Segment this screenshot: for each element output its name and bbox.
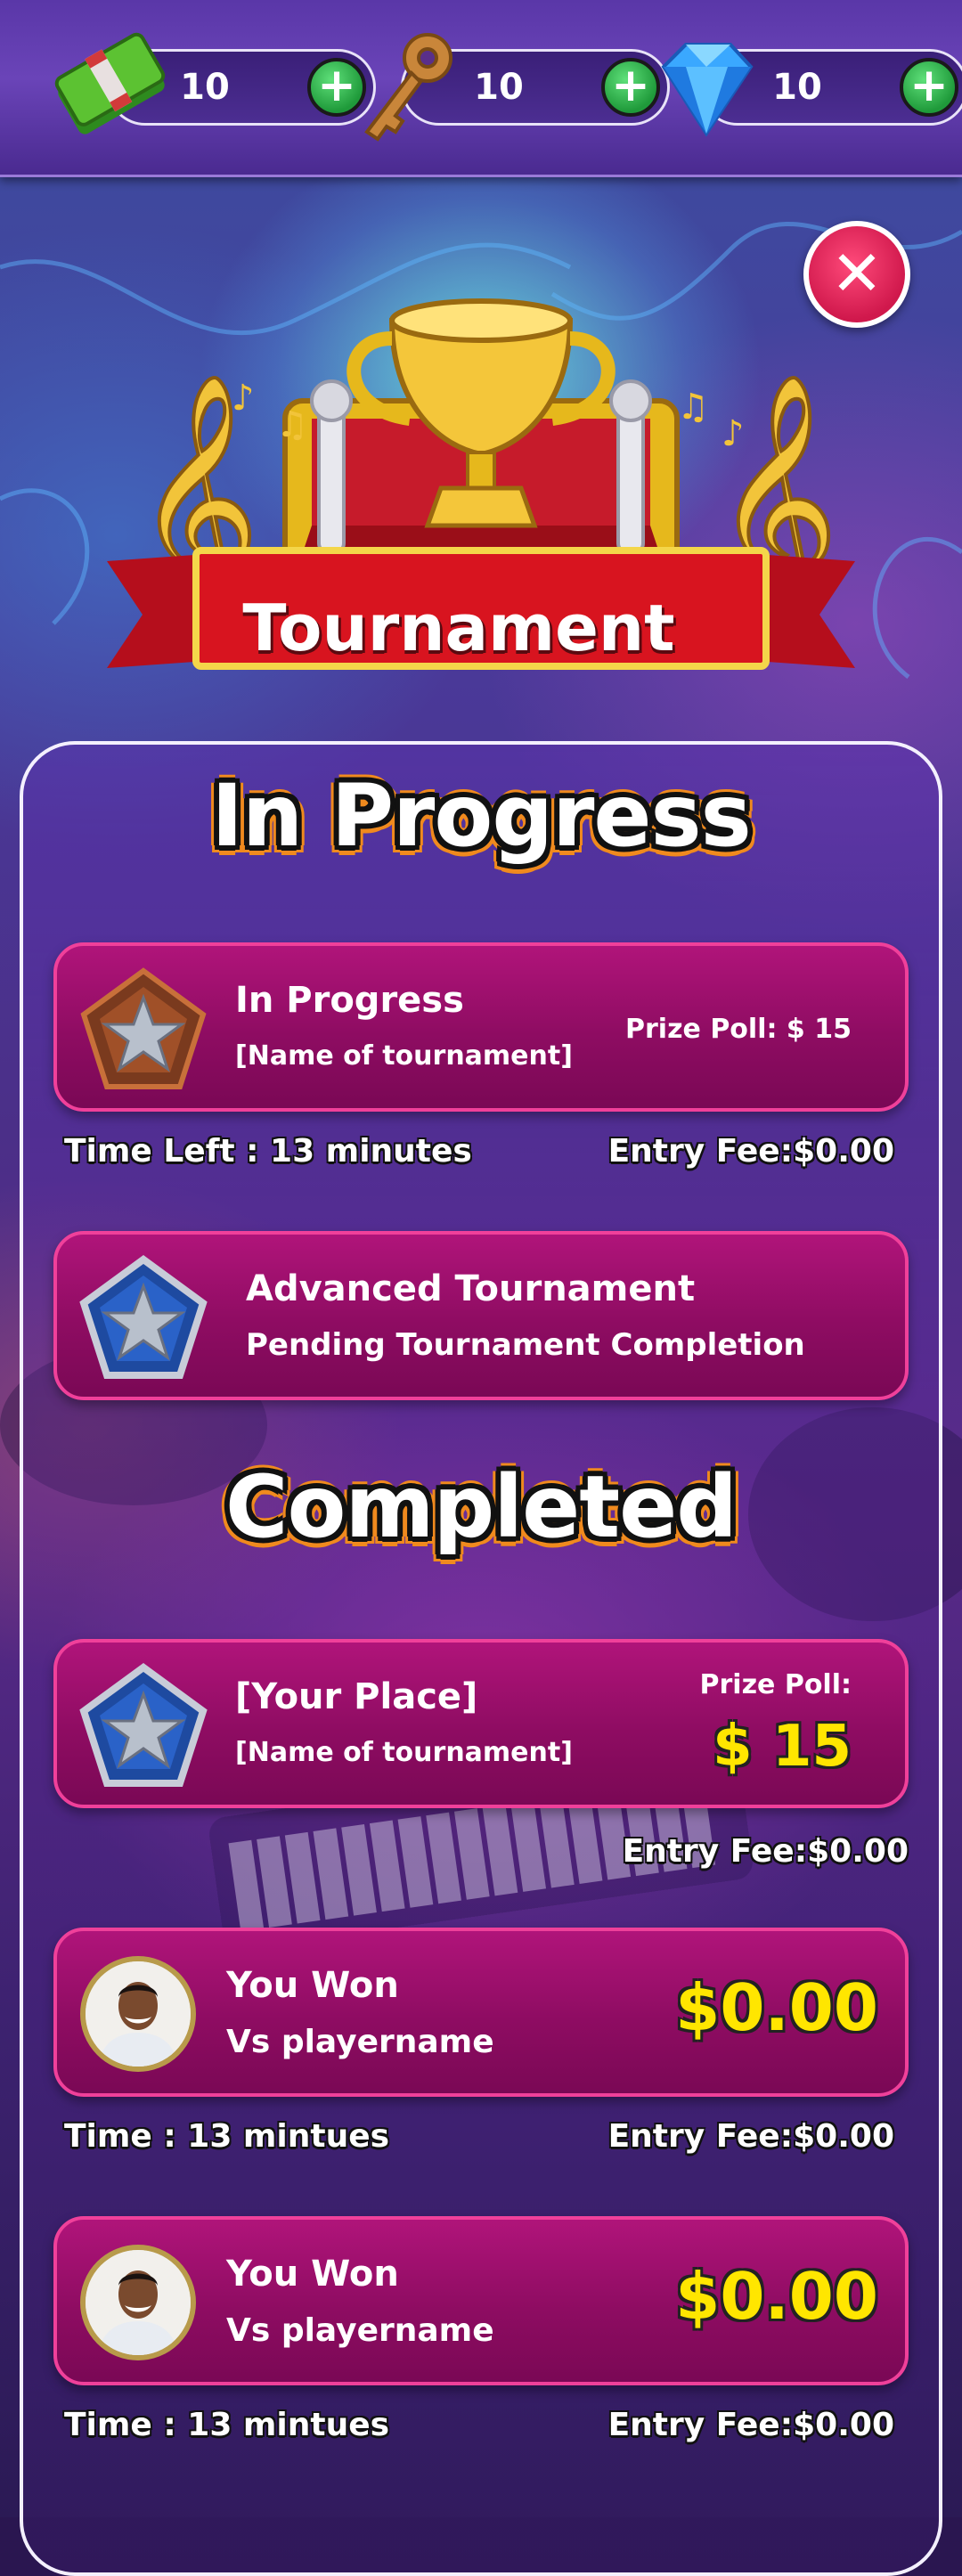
bronze-star-badge-icon bbox=[80, 967, 207, 1089]
prize-pool-label: Prize Poll: bbox=[699, 1669, 852, 1700]
match-result-card[interactable]: You Won Vs playername $0.00 bbox=[53, 1928, 909, 2097]
player-portrait-icon bbox=[86, 1961, 191, 2067]
your-place: [Your Place] bbox=[235, 1676, 478, 1717]
match-result-card[interactable]: You Won Vs playername $0.00 bbox=[53, 2216, 909, 2385]
currency-keys: 10 + bbox=[347, 0, 670, 175]
section-title-completed: Completed bbox=[225, 1457, 738, 1557]
opponent-name: Vs playername bbox=[226, 2312, 494, 2349]
currency-value: 10 bbox=[474, 67, 524, 108]
currency-value: 10 bbox=[180, 67, 230, 108]
currency-gems: 10 + bbox=[646, 0, 962, 175]
entry-fee: Entry Fee:$0.00 bbox=[607, 2407, 894, 2443]
svg-text:♪: ♪ bbox=[722, 413, 745, 454]
svg-text:♪: ♪ bbox=[232, 378, 255, 419]
page-title: Tournament bbox=[242, 591, 675, 665]
match-result: You Won bbox=[226, 2254, 399, 2295]
time-left: Time Left : 13 minutes bbox=[64, 1133, 472, 1170]
svg-text:♫: ♫ bbox=[276, 404, 308, 445]
silver-star-badge-icon bbox=[79, 1663, 208, 1787]
card-subtitle: [Name of tournament] bbox=[235, 1040, 573, 1072]
opponent-name: Vs playername bbox=[226, 2024, 494, 2060]
match-amount: $0.00 bbox=[675, 1970, 878, 2045]
currency-bar: 10 + 10 + 10 + bbox=[0, 0, 962, 177]
silver-star-badge-icon bbox=[79, 1255, 208, 1379]
entry-fee: Entry Fee:$0.00 bbox=[607, 2118, 894, 2155]
card-subtitle: [Name of tournament] bbox=[235, 1737, 573, 1768]
add-gems-button[interactable]: + bbox=[900, 58, 958, 117]
player-avatar bbox=[80, 2245, 196, 2360]
currency-cash: 10 + bbox=[53, 0, 376, 175]
card-title: In Progress bbox=[235, 980, 464, 1021]
card-title: Advanced Tournament bbox=[246, 1268, 696, 1309]
in-progress-tournament-card[interactable]: In Progress [Name of tournament] Prize P… bbox=[53, 942, 909, 1112]
prize-pool-value: $ 15 bbox=[713, 1714, 852, 1780]
match-time: Time : 13 mintues bbox=[64, 2118, 390, 2155]
completed-summary-card[interactable]: [Your Place] [Name of tournament] Prize … bbox=[53, 1639, 909, 1808]
currency-value: 10 bbox=[772, 67, 822, 108]
entry-fee: Entry Fee:$0.00 bbox=[607, 1133, 894, 1170]
match-result: You Won bbox=[226, 1965, 399, 2006]
card-subtitle: Pending Tournament Completion bbox=[246, 1327, 805, 1363]
player-avatar bbox=[80, 1956, 196, 2072]
prize-pool-label: Prize Poll: $ 15 bbox=[625, 1014, 852, 1045]
section-title-in-progress: In Progress bbox=[211, 766, 752, 866]
match-time: Time : 13 mintues bbox=[64, 2407, 390, 2443]
match-amount: $0.00 bbox=[675, 2259, 878, 2334]
entry-fee: Entry Fee:$0.00 bbox=[622, 1833, 909, 1870]
svg-text:♫: ♫ bbox=[677, 387, 709, 428]
player-portrait-icon bbox=[86, 2250, 191, 2355]
advanced-tournament-card[interactable]: Advanced Tournament Pending Tournament C… bbox=[53, 1231, 909, 1400]
